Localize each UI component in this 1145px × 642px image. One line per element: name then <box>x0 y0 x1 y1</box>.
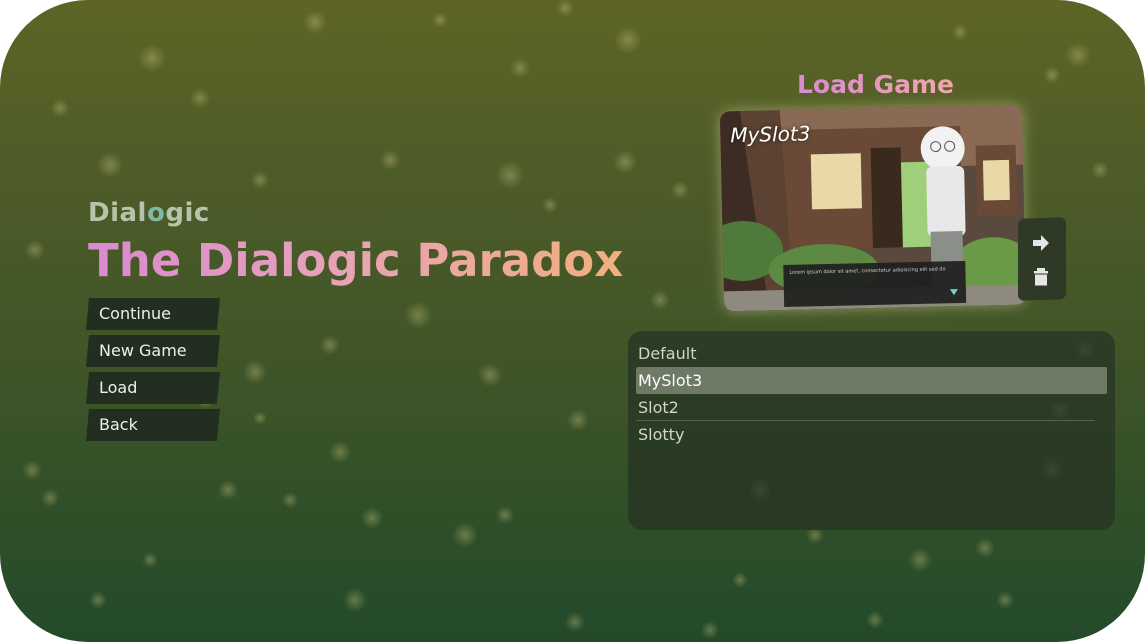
dialogic-logo: Dialogic <box>88 198 210 228</box>
slot-divider <box>636 420 1095 421</box>
slot-actions-panel <box>1018 217 1066 301</box>
trash-icon[interactable] <box>1031 267 1051 287</box>
game-title: The Dialogic Paradox <box>88 234 624 287</box>
slot-item-default[interactable]: Default <box>636 340 1107 367</box>
new-game-button[interactable]: New Game <box>86 335 220 367</box>
game-screen: Dialogic The Dialogic Paradox Continue N… <box>0 0 1145 642</box>
save-slot-list: Default MySlot3 Slot2 Slotty <box>628 331 1115 530</box>
load-game-heading: Load Game <box>797 70 954 99</box>
main-menu: Continue New Game Load Back <box>86 298 220 446</box>
continue-button[interactable]: Continue <box>86 298 220 330</box>
load-button[interactable]: Load <box>86 372 220 404</box>
preview-slot-label: MySlot3 <box>730 121 811 148</box>
slot-item-slotty[interactable]: Slotty <box>636 421 1107 448</box>
slot-item-myslot3[interactable]: MySlot3 <box>636 367 1107 394</box>
slot-item-slot2[interactable]: Slot2 <box>636 394 1107 421</box>
back-button[interactable]: Back <box>86 409 220 441</box>
arrow-right-icon[interactable] <box>1031 233 1051 253</box>
save-preview-thumbnail: MySlot3 Lorem ipsum dolor sit amet, cons… <box>719 104 1027 312</box>
